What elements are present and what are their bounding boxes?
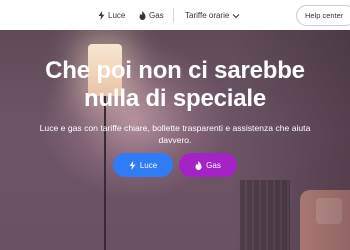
nav-item-label: Gas [149, 11, 164, 20]
floor-lamp-pole [104, 96, 106, 250]
nav-item-label: Luce [108, 11, 126, 20]
gas-cta-label: Gas [206, 160, 221, 170]
hero-headline-line: Che poi non ci sarebbe [45, 57, 305, 84]
tariffe-orarie-label: Tariffe orarie [185, 11, 230, 20]
lightning-icon [129, 160, 136, 170]
lightning-icon [98, 11, 105, 20]
hero-headline-line: nulla di speciale [83, 85, 266, 112]
gas-cta-button[interactable]: Gas [179, 153, 237, 177]
hero-headline: Che poi non ci sarebbe nulla di speciale [0, 57, 350, 113]
top-navigation-bar: Luce Gas Tariffe orarie Help center [0, 0, 350, 30]
luce-cta-label: Luce [139, 160, 158, 170]
chevron-down-icon [232, 13, 240, 19]
tariffe-orarie-dropdown[interactable]: Tariffe orarie [185, 9, 240, 22]
hero-subtext-line: Luce e gas con tariffe chiare, bollette … [39, 123, 311, 133]
hero-subtext: Luce e gas con tariffe chiare, bollette … [14, 122, 336, 146]
help-center-label: Help center [305, 11, 344, 20]
nav-item-gas[interactable]: Gas [139, 9, 164, 22]
hero-subtext-line: davvero. [158, 135, 192, 145]
luce-cta-button[interactable]: Luce [113, 153, 173, 177]
flame-icon [139, 11, 146, 20]
flame-icon [195, 160, 202, 170]
help-center-button[interactable]: Help center [296, 5, 350, 26]
nav-divider [173, 8, 174, 23]
nav-item-luce[interactable]: Luce [98, 9, 125, 22]
